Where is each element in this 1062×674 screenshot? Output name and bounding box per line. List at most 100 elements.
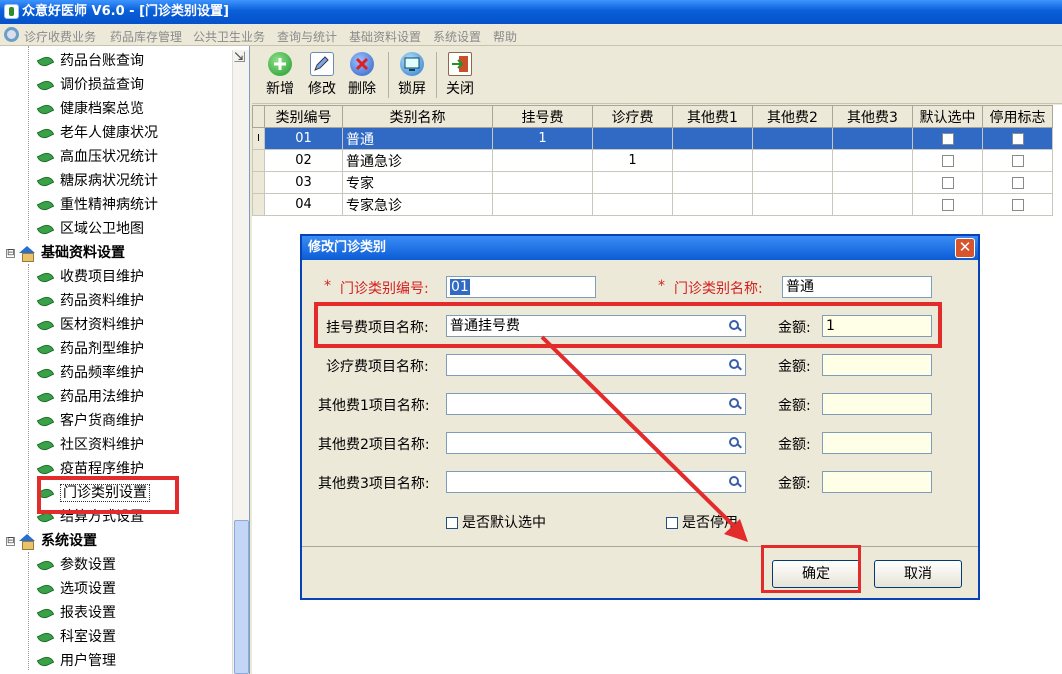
sidebar-scrollbar[interactable]: [232, 50, 249, 674]
column-header[interactable]: 停用标志: [982, 105, 1053, 128]
table-row[interactable]: 02 普通急诊 1: [252, 149, 1053, 172]
leaf-icon: [36, 221, 55, 237]
leaf-icon: [36, 485, 55, 501]
tree-item-dosage-form[interactable]: 药品剂型维护: [36, 338, 144, 360]
tree-item-drug-ledger[interactable]: 药品台账查询: [36, 50, 144, 72]
cancel-button[interactable]: 取消: [874, 560, 962, 588]
column-header[interactable]: 其他费3: [832, 105, 913, 128]
collapse-icon[interactable]: ⊟: [6, 248, 15, 258]
search-icon[interactable]: [729, 359, 739, 369]
tree-item-outpatient-category[interactable]: 门诊类别设置: [36, 482, 150, 504]
home-icon: [19, 246, 35, 262]
navigation-tree: 药品台账查询 调价损益查询 健康档案总览 老年人健康状况 高血压状况统计 糖尿病…: [0, 46, 250, 674]
menu-bar: 诊疗收费业务 药品库存管理 公共卫生业务 查询与统计 基础资料设置 系统设置 帮…: [0, 24, 1062, 46]
tree-item-parameters[interactable]: 参数设置: [36, 554, 116, 576]
lock-screen-button[interactable]: 锁屏: [392, 50, 432, 102]
delete-icon: [350, 52, 374, 76]
disabled-checkbox[interactable]: 是否停用: [666, 512, 738, 532]
close-button[interactable]: 关闭: [440, 50, 480, 102]
menu-item-public-health[interactable]: 公共卫生业务: [193, 28, 265, 45]
leaf-icon: [36, 197, 55, 213]
tree-item-drug-data[interactable]: 药品资料维护: [36, 290, 144, 312]
menu-item-basic-data[interactable]: 基础资料设置: [349, 28, 421, 45]
tree-item-users[interactable]: 用户管理: [36, 650, 116, 672]
leaf-icon: [36, 269, 55, 285]
column-header[interactable]: 类别编号: [264, 105, 343, 128]
tree-item-elderly-health[interactable]: 老年人健康状况: [36, 122, 158, 144]
other1-amount-field[interactable]: [822, 393, 932, 415]
other3-amount-field[interactable]: [822, 471, 932, 493]
tree-item-frequency[interactable]: 药品频率维护: [36, 362, 144, 384]
menu-item-pharmacy-stock[interactable]: 药品库存管理: [110, 28, 182, 45]
tree-item-mental-illness[interactable]: 重性精神病统计: [36, 194, 158, 216]
search-icon[interactable]: [729, 398, 739, 408]
other2-amount-field[interactable]: [822, 432, 932, 454]
diag-amount-field[interactable]: [822, 354, 932, 376]
dialog-close-button[interactable]: ✕: [955, 238, 975, 258]
menu-item-diagnosis-billing[interactable]: 诊疗收费业务: [24, 28, 96, 45]
column-header[interactable]: 类别名称: [342, 105, 493, 128]
table-row[interactable]: 03 专家: [252, 171, 1053, 194]
new-button[interactable]: 新增: [260, 50, 300, 102]
leaf-icon: [36, 509, 55, 525]
default-checkbox[interactable]: [941, 154, 954, 167]
tree-group-system-settings[interactable]: ⊟ 系统设置: [6, 530, 97, 552]
app-icon: [4, 4, 19, 19]
column-header[interactable]: 默认选中: [912, 105, 983, 128]
search-icon[interactable]: [729, 320, 739, 330]
tree-group-basic-data[interactable]: ⊟ 基础资料设置: [6, 242, 125, 264]
other1-fee-lookup[interactable]: [446, 393, 746, 415]
default-selected-checkbox[interactable]: 是否默认选中: [446, 512, 546, 532]
diag-fee-lookup[interactable]: [446, 354, 746, 376]
column-header[interactable]: 挂号费: [492, 105, 593, 128]
amount-label: 金额:: [778, 359, 811, 375]
tree-item-diabetes[interactable]: 糖尿病状况统计: [36, 170, 158, 192]
tree-item-area-map[interactable]: 区域公卫地图: [36, 218, 144, 240]
ok-button[interactable]: 确定: [772, 560, 860, 588]
column-header[interactable]: 其他费2: [752, 105, 833, 128]
menu-item-help[interactable]: 帮助: [493, 28, 517, 45]
disabled-checkbox[interactable]: [1011, 132, 1024, 145]
tree-item-hypertension[interactable]: 高血压状况统计: [36, 146, 158, 168]
reg-fee-lookup[interactable]: 普通挂号费: [446, 315, 746, 337]
search-icon[interactable]: [729, 437, 739, 447]
disabled-checkbox[interactable]: [1011, 198, 1024, 211]
default-checkbox[interactable]: [941, 132, 954, 145]
tree-item-material-data[interactable]: 医材资料维护: [36, 314, 144, 336]
scrollbar-thumb[interactable]: [234, 520, 249, 674]
menu-item-system-settings[interactable]: 系统设置: [433, 28, 481, 45]
tree-item-suppliers[interactable]: 客户货商维护: [36, 410, 144, 432]
code-field[interactable]: 01: [446, 276, 596, 298]
collapse-icon[interactable]: ⊟: [6, 536, 15, 546]
tree-item-vaccine[interactable]: 疫苗程序维护: [36, 458, 144, 480]
tree-item-settlement[interactable]: 结算方式设置: [36, 506, 144, 528]
other2-fee-lookup[interactable]: [446, 432, 746, 454]
reg-amount-field[interactable]: 1: [822, 315, 932, 337]
leaf-icon: [36, 341, 55, 357]
tree-item-community[interactable]: 社区资料维护: [36, 434, 144, 456]
other3-fee-lookup[interactable]: [446, 471, 746, 493]
collapse-panel-icon[interactable]: ⇲: [232, 51, 247, 66]
table-row[interactable]: 04 专家急诊: [252, 193, 1053, 216]
delete-button[interactable]: 删除: [342, 50, 382, 102]
search-icon[interactable]: [729, 476, 739, 486]
column-header[interactable]: 诊疗费: [592, 105, 673, 128]
default-checkbox[interactable]: [941, 176, 954, 189]
disabled-checkbox[interactable]: [1011, 154, 1024, 167]
column-header[interactable]: 其他费1: [672, 105, 753, 128]
default-checkbox[interactable]: [941, 198, 954, 211]
table-row[interactable]: I 01 普通 1: [252, 127, 1053, 150]
tree-item-health-records[interactable]: 健康档案总览: [36, 98, 144, 120]
tree-item-departments[interactable]: 科室设置: [36, 626, 116, 648]
tree-item-options[interactable]: 选项设置: [36, 578, 116, 600]
name-field[interactable]: 普通: [782, 276, 932, 298]
disabled-checkbox[interactable]: [1011, 176, 1024, 189]
tree-item-fee-items[interactable]: 收费项目维护: [36, 266, 144, 288]
menu-item-query-stats[interactable]: 查询与统计: [277, 28, 337, 45]
edit-button[interactable]: 修改: [302, 50, 342, 102]
tree-item-usage[interactable]: 药品用法维护: [36, 386, 144, 408]
home-icon: [19, 534, 35, 550]
leaf-icon: [36, 461, 55, 477]
tree-item-price-adjust[interactable]: 调价损益查询: [36, 74, 144, 96]
tree-item-reports[interactable]: 报表设置: [36, 602, 116, 624]
